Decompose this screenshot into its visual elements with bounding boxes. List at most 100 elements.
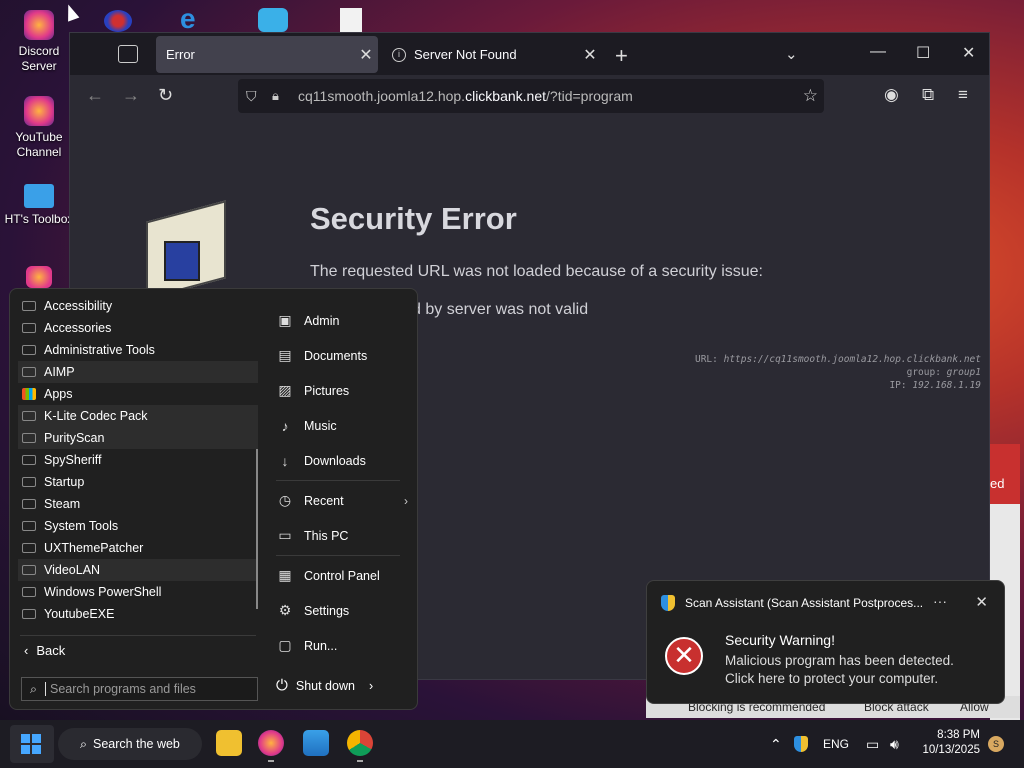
folder-icon (24, 184, 54, 208)
desktop-icon-top-ie[interactable]: e (180, 5, 210, 33)
close-icon[interactable]: ✕ (975, 593, 988, 611)
chrome-icon[interactable] (347, 730, 373, 756)
program-item[interactable]: UXThemePatcher (18, 537, 258, 559)
program-item[interactable]: Accessibility (18, 295, 258, 317)
place-music[interactable]: ♪ Music (268, 408, 408, 443)
desktop-icon-discord[interactable]: Discord Server (3, 10, 75, 74)
search-placeholder: Search programs and files (45, 682, 196, 696)
start-button[interactable] (10, 725, 54, 763)
program-item[interactable]: Startup (18, 471, 258, 493)
lock-icon[interactable]: 🔒︎ (272, 88, 288, 104)
chevron-right-icon: › (404, 493, 408, 508)
maximize-button[interactable]: ☐ (916, 43, 930, 63)
account-icon[interactable]: ◉ (884, 85, 899, 105)
place-label: This PC (304, 528, 349, 543)
firefox-icon[interactable] (258, 730, 284, 756)
program-list-scrollbar[interactable] (256, 449, 258, 609)
store-icon[interactable] (303, 730, 329, 756)
tab-list-icon[interactable] (118, 45, 138, 63)
back-arrow-icon[interactable]: ← (86, 85, 104, 106)
tab-error[interactable]: Error ✕ (156, 36, 378, 73)
firefox-shortcut-icon (24, 96, 54, 126)
search-programs-input[interactable]: ⌕ Search programs and files (21, 677, 258, 701)
program-item[interactable]: Apps (18, 383, 258, 405)
desktop-icon-partial[interactable] (26, 266, 52, 288)
place-downloads[interactable]: ↓ Downloads (268, 443, 408, 478)
volume-icon[interactable]: 🔊︎ (890, 720, 899, 768)
language-indicator[interactable]: ENG (823, 720, 849, 768)
desktop-icon-label: YouTube Channel (15, 130, 63, 159)
desktop-icon-youtube[interactable]: YouTube Channel (3, 96, 75, 160)
tab-close-icon[interactable]: ✕ (354, 45, 378, 65)
url-text[interactable]: cq11smooth.joomla12.hop.clickbank.net/?t… (298, 88, 633, 104)
reload-icon[interactable]: ↻ (158, 85, 173, 106)
program-item[interactable]: Administrative Tools (18, 339, 258, 361)
place-control-panel[interactable]: ▦ Control Panel (268, 558, 408, 593)
security-shield-icon[interactable] (794, 720, 808, 768)
menu-icon[interactable]: ≡ (958, 85, 968, 105)
chevron-right-icon[interactable]: › (369, 679, 373, 693)
program-item[interactable]: VideoLAN (18, 559, 258, 581)
minimize-button[interactable]: — (870, 43, 886, 61)
show-hidden-icons[interactable]: ⌃ (770, 720, 782, 768)
place-settings[interactable]: ⚙ Settings (268, 593, 408, 628)
place-run[interactable]: ▢ Run... (268, 628, 408, 663)
forward-arrow-icon[interactable]: → (122, 85, 140, 106)
tab-bar: Error ✕ i Server Not Found ✕ + ⌄ — ☐ ✕ (70, 33, 989, 75)
place-this-pc[interactable]: ▭ This PC (268, 518, 408, 553)
run-icon: ▢ (278, 637, 292, 653)
folder-icon (22, 477, 36, 487)
desktop-icon-top-file[interactable] (340, 8, 362, 32)
program-list: Accessibility Accessories Administrative… (18, 295, 258, 625)
toast-body-line: Click here to protect your computer. (725, 671, 939, 686)
clock-icon: ◷ (278, 492, 292, 508)
document-icon: ▤ (278, 347, 292, 363)
gear-icon: ⚙ (278, 602, 292, 618)
notification-badge[interactable]: S (988, 736, 1004, 752)
new-tab-button[interactable]: + (615, 43, 628, 69)
tab-close-icon[interactable]: ✕ (578, 45, 602, 65)
place-admin[interactable]: ▣ Admin (268, 303, 408, 338)
taskbar-search[interactable]: ⌕ Search the web (58, 728, 202, 760)
url-bar[interactable]: ⛉ 🔒︎ cq11smooth.joomla12.hop.clickbank.n… (238, 79, 824, 113)
chevron-down-icon[interactable]: ⌄ (785, 45, 798, 63)
toast-body-line: Malicious program has been detected. (725, 653, 954, 668)
desktop-icon-toolbox[interactable]: HT's Toolbox (3, 184, 75, 227)
clock[interactable]: 8:38 PM 10/13/2025 (920, 728, 980, 758)
shield-icon[interactable]: ⛉ (246, 88, 262, 105)
program-item[interactable]: SpySheriff (18, 449, 258, 471)
program-item[interactable]: Windows PowerShell (18, 581, 258, 603)
meta-url: https://cq11smooth.joomla12.hop.clickban… (723, 354, 981, 365)
download-icon: ↓ (281, 452, 289, 469)
tab-server-not-found[interactable]: i Server Not Found ✕ (380, 36, 602, 73)
toast-body[interactable]: Malicious program has been detected. Cli… (725, 652, 995, 688)
more-options-icon[interactable]: ··· (933, 593, 947, 609)
program-item[interactable]: Steam (18, 493, 258, 515)
extensions-icon[interactable]: ⧉ (922, 85, 934, 105)
tab-label: Server Not Found (414, 47, 517, 62)
place-pictures[interactable]: ▨ Pictures (268, 373, 408, 408)
desktop-icon-top-wifi[interactable] (258, 8, 288, 32)
program-item[interactable]: K-Lite Codec Pack (18, 405, 258, 427)
place-documents[interactable]: ▤ Documents (268, 338, 408, 373)
program-item[interactable]: System Tools (18, 515, 258, 537)
place-label: Admin (304, 313, 340, 328)
security-warning-toast[interactable]: Scan Assistant (Scan Assistant Postproce… (646, 580, 1005, 704)
program-item[interactable]: PurityScan (18, 427, 258, 449)
network-icon[interactable]: ▭ (866, 720, 879, 768)
desktop-icon-top-round[interactable] (104, 10, 132, 32)
file-explorer-icon[interactable] (216, 730, 242, 756)
program-item[interactable]: AIMP (18, 361, 258, 383)
place-recent[interactable]: ◷ Recent › (268, 483, 408, 518)
close-window-button[interactable]: ✕ (962, 43, 975, 63)
bookmark-star-icon[interactable]: ☆ (803, 86, 818, 106)
shutdown-label: Shut down (295, 678, 355, 693)
firefox-shortcut-icon (24, 10, 54, 40)
back-button[interactable]: ‹ Back (24, 643, 65, 658)
place-label: Settings (304, 603, 350, 618)
program-item[interactable]: Accessories (18, 317, 258, 339)
folder-icon (22, 301, 36, 311)
folder-icon (22, 499, 36, 509)
program-item[interactable]: YoutubeEXE (18, 603, 258, 625)
shutdown-button[interactable]: ⏻ Shut down › (276, 677, 373, 694)
